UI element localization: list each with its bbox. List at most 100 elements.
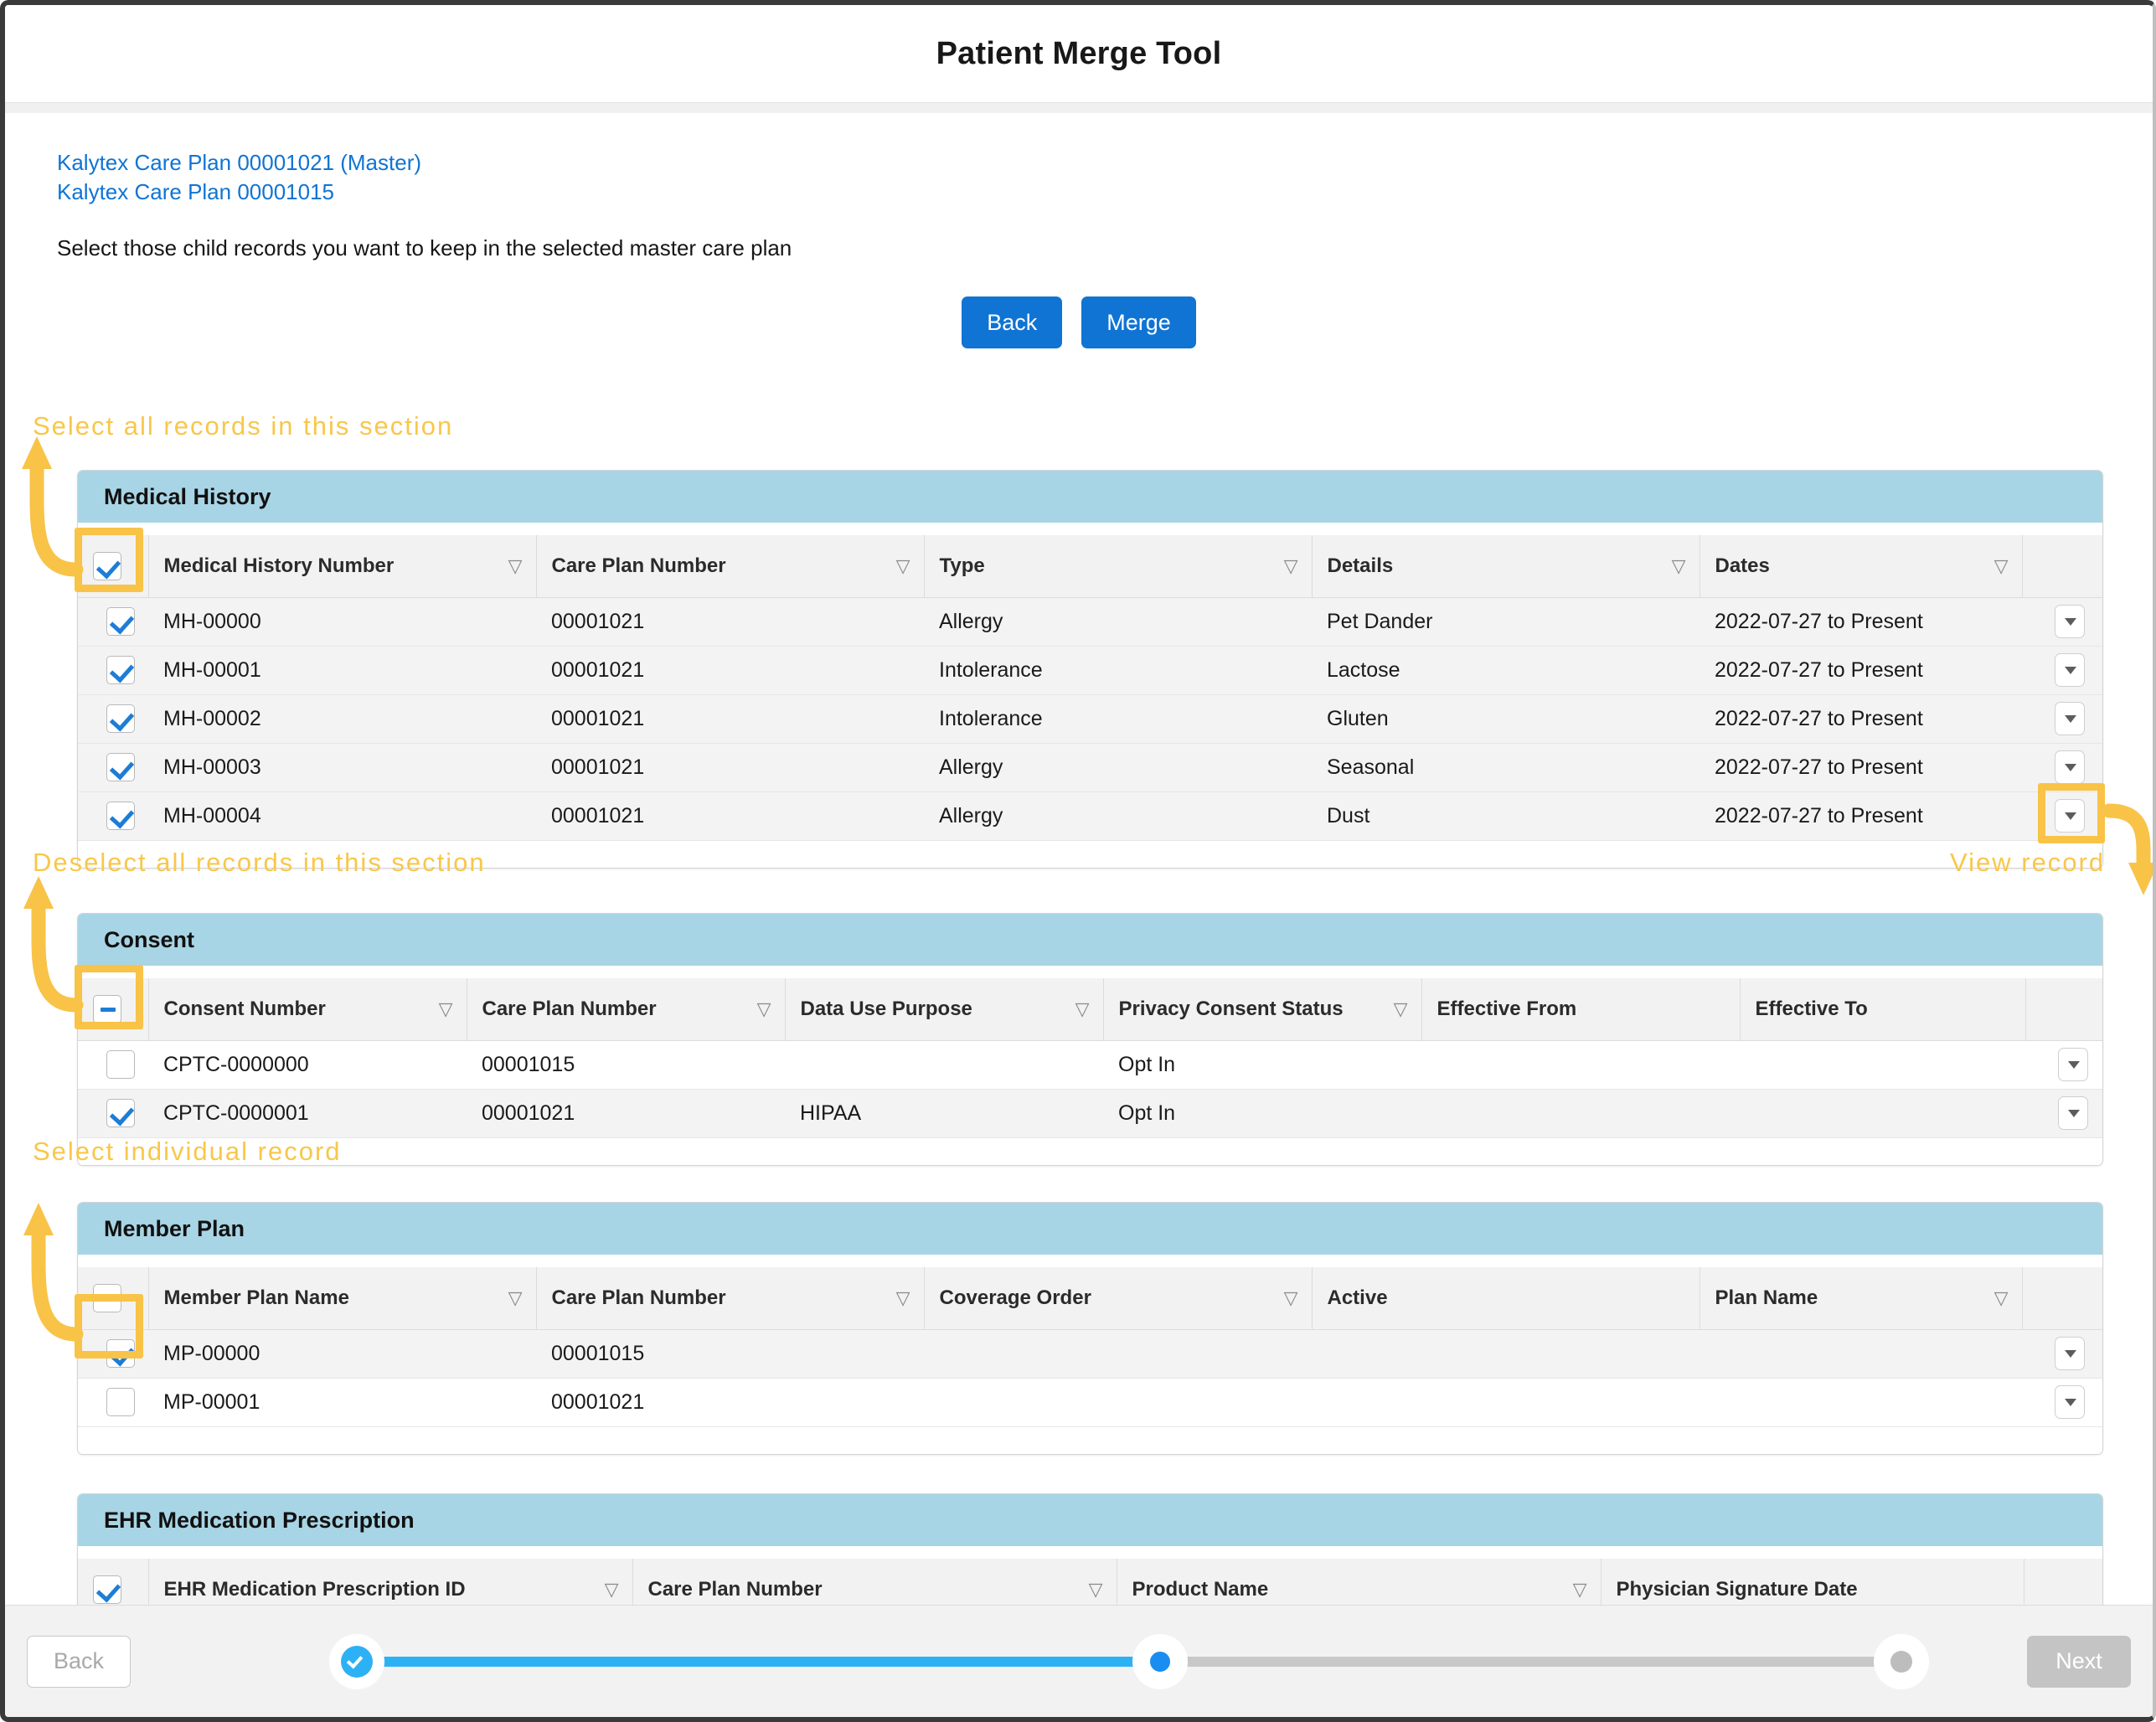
row-checkbox[interactable] [106, 1099, 135, 1127]
chevron-down-icon[interactable]: ▽ [1089, 1580, 1103, 1599]
table-row[interactable]: CPTC-0000000 00001015 Opt In [78, 1040, 2102, 1090]
row-action-cell[interactable] [2022, 597, 2102, 647]
chevron-down-icon[interactable]: ▽ [439, 999, 453, 1018]
select-all-checkbox[interactable] [93, 1575, 121, 1604]
row-checkbox[interactable] [106, 1050, 135, 1079]
view-record-caret-icon[interactable] [2055, 1385, 2085, 1419]
merge-button[interactable]: Merge [1081, 296, 1196, 348]
row-select-cell[interactable] [78, 791, 148, 841]
care-plan-links: Kalytex Care Plan 00001021 (Master) Kaly… [5, 113, 2153, 207]
cell-dates: 2022-07-27 to Present [1700, 743, 2022, 792]
chevron-down-icon[interactable]: ▽ [1284, 556, 1298, 575]
deselect-all-header-cell[interactable] [78, 978, 149, 1041]
chevron-down-icon[interactable]: ▽ [1573, 1580, 1587, 1599]
view-record-caret-icon[interactable] [2055, 1337, 2085, 1370]
row-select-cell[interactable] [78, 1329, 148, 1379]
column-header[interactable]: Consent Number ▽ [148, 978, 467, 1041]
row-action-cell[interactable] [2022, 1329, 2102, 1379]
row-select-cell[interactable] [78, 1040, 148, 1090]
chevron-down-icon[interactable]: ▽ [605, 1580, 619, 1599]
table-row[interactable]: CPTC-0000001 00001021 HIPAA Opt In [78, 1089, 2102, 1138]
table-row[interactable]: MH-00001 00001021 Intolerance Lactose 20… [78, 646, 2102, 695]
row-checkbox[interactable] [106, 1339, 135, 1368]
row-checkbox[interactable] [106, 802, 135, 830]
chevron-down-icon[interactable]: ▽ [508, 1288, 523, 1307]
row-select-cell[interactable] [78, 743, 148, 792]
footer-back-button[interactable]: Back [27, 1635, 131, 1688]
column-header[interactable]: Care Plan Number ▽ [536, 535, 925, 598]
care-plan-link-master[interactable]: Kalytex Care Plan 00001021 (Master) [57, 148, 2153, 178]
chevron-down-icon[interactable]: ▽ [757, 999, 771, 1018]
row-action-cell[interactable] [2022, 694, 2102, 744]
column-header[interactable]: Care Plan Number ▽ [467, 978, 786, 1041]
table-row[interactable]: MH-00002 00001021 Intolerance Gluten 202… [78, 694, 2102, 744]
table-row[interactable]: MH-00000 00001021 Allergy Pet Dander 202… [78, 597, 2102, 647]
column-header[interactable]: Plan Name ▽ [1700, 1267, 2023, 1330]
care-plan-link-secondary[interactable]: Kalytex Care Plan 00001015 [57, 178, 2153, 207]
chevron-down-icon[interactable]: ▽ [896, 1288, 910, 1307]
cell-type: Intolerance [924, 694, 1312, 744]
column-header[interactable]: Dates ▽ [1700, 535, 2023, 598]
select-all-checkbox[interactable] [93, 551, 121, 580]
row-action-cell[interactable] [2022, 646, 2102, 695]
column-header[interactable]: Data Use Purpose ▽ [785, 978, 1104, 1041]
row-select-cell[interactable] [78, 597, 148, 647]
table-row[interactable]: MP-00001 00001021 [78, 1378, 2102, 1427]
chevron-down-icon[interactable]: ▽ [1075, 999, 1090, 1018]
row-select-cell[interactable] [78, 1089, 148, 1138]
progress-step-2[interactable] [1132, 1633, 1188, 1689]
view-record-caret-icon[interactable] [2055, 605, 2085, 638]
chevron-down-icon[interactable]: ▽ [896, 556, 910, 575]
chevron-down-icon[interactable]: ▽ [1994, 1288, 2009, 1307]
row-checkbox[interactable] [106, 1388, 135, 1416]
view-record-caret-icon[interactable] [2055, 750, 2085, 784]
view-record-caret-icon[interactable] [2055, 653, 2085, 687]
row-action-cell[interactable] [2022, 743, 2102, 792]
chevron-down-icon[interactable]: ▽ [1284, 1288, 1298, 1307]
row-checkbox[interactable] [106, 704, 135, 733]
column-header-label: Consent Number [163, 997, 326, 1020]
arrowhead-select-individual [23, 1203, 54, 1235]
chevron-down-icon[interactable]: ▽ [1672, 556, 1686, 575]
select-all-header-cell[interactable] [78, 1267, 149, 1330]
select-all-checkbox[interactable] [93, 994, 121, 1023]
view-record-caret-icon[interactable] [2058, 1048, 2088, 1081]
row-action-cell[interactable] [2022, 1378, 2102, 1427]
progress-step-3[interactable] [1874, 1633, 1929, 1689]
row-action-cell[interactable] [2022, 791, 2102, 841]
chevron-down-icon[interactable]: ▽ [1394, 999, 1408, 1018]
row-action-cell[interactable] [2025, 1089, 2102, 1138]
select-all-checkbox[interactable] [93, 1283, 121, 1312]
view-record-caret-icon[interactable] [2058, 1096, 2088, 1130]
view-record-caret-icon[interactable] [2055, 702, 2085, 735]
row-checkbox[interactable] [106, 656, 135, 684]
row-checkbox[interactable] [106, 607, 135, 636]
column-header[interactable]: Type ▽ [924, 535, 1313, 598]
row-action-cell[interactable] [2025, 1040, 2102, 1090]
column-header[interactable]: Effective To [1740, 978, 2026, 1041]
section-footer-spacer [78, 1426, 2102, 1454]
table-row[interactable]: MH-00004 00001021 Allergy Dust 2022-07-2… [78, 791, 2102, 841]
chevron-down-icon[interactable]: ▽ [508, 556, 523, 575]
row-checkbox[interactable] [106, 753, 135, 781]
table-row[interactable]: MP-00000 00001015 [78, 1329, 2102, 1379]
progress-step-1[interactable] [329, 1633, 384, 1689]
section-footer-spacer [78, 840, 2102, 868]
back-button[interactable]: Back [962, 296, 1063, 348]
column-header[interactable]: Medical History Number ▽ [148, 535, 537, 598]
column-header[interactable]: Privacy Consent Status ▽ [1103, 978, 1422, 1041]
column-header[interactable]: Care Plan Number ▽ [536, 1267, 925, 1330]
column-header[interactable]: Effective From [1421, 978, 1741, 1041]
column-header[interactable]: Active [1312, 1267, 1700, 1330]
table-row[interactable]: MH-00003 00001021 Allergy Seasonal 2022-… [78, 743, 2102, 792]
chevron-down-icon[interactable]: ▽ [1994, 556, 2009, 575]
row-select-cell[interactable] [78, 694, 148, 744]
row-select-cell[interactable] [78, 1378, 148, 1427]
view-record-caret-icon[interactable] [2055, 799, 2085, 833]
select-all-header-cell[interactable] [78, 535, 149, 598]
footer-next-button[interactable]: Next [2027, 1635, 2131, 1688]
column-header[interactable]: Coverage Order ▽ [924, 1267, 1313, 1330]
row-select-cell[interactable] [78, 646, 148, 695]
column-header[interactable]: Details ▽ [1312, 535, 1700, 598]
column-header[interactable]: Member Plan Name ▽ [148, 1267, 537, 1330]
